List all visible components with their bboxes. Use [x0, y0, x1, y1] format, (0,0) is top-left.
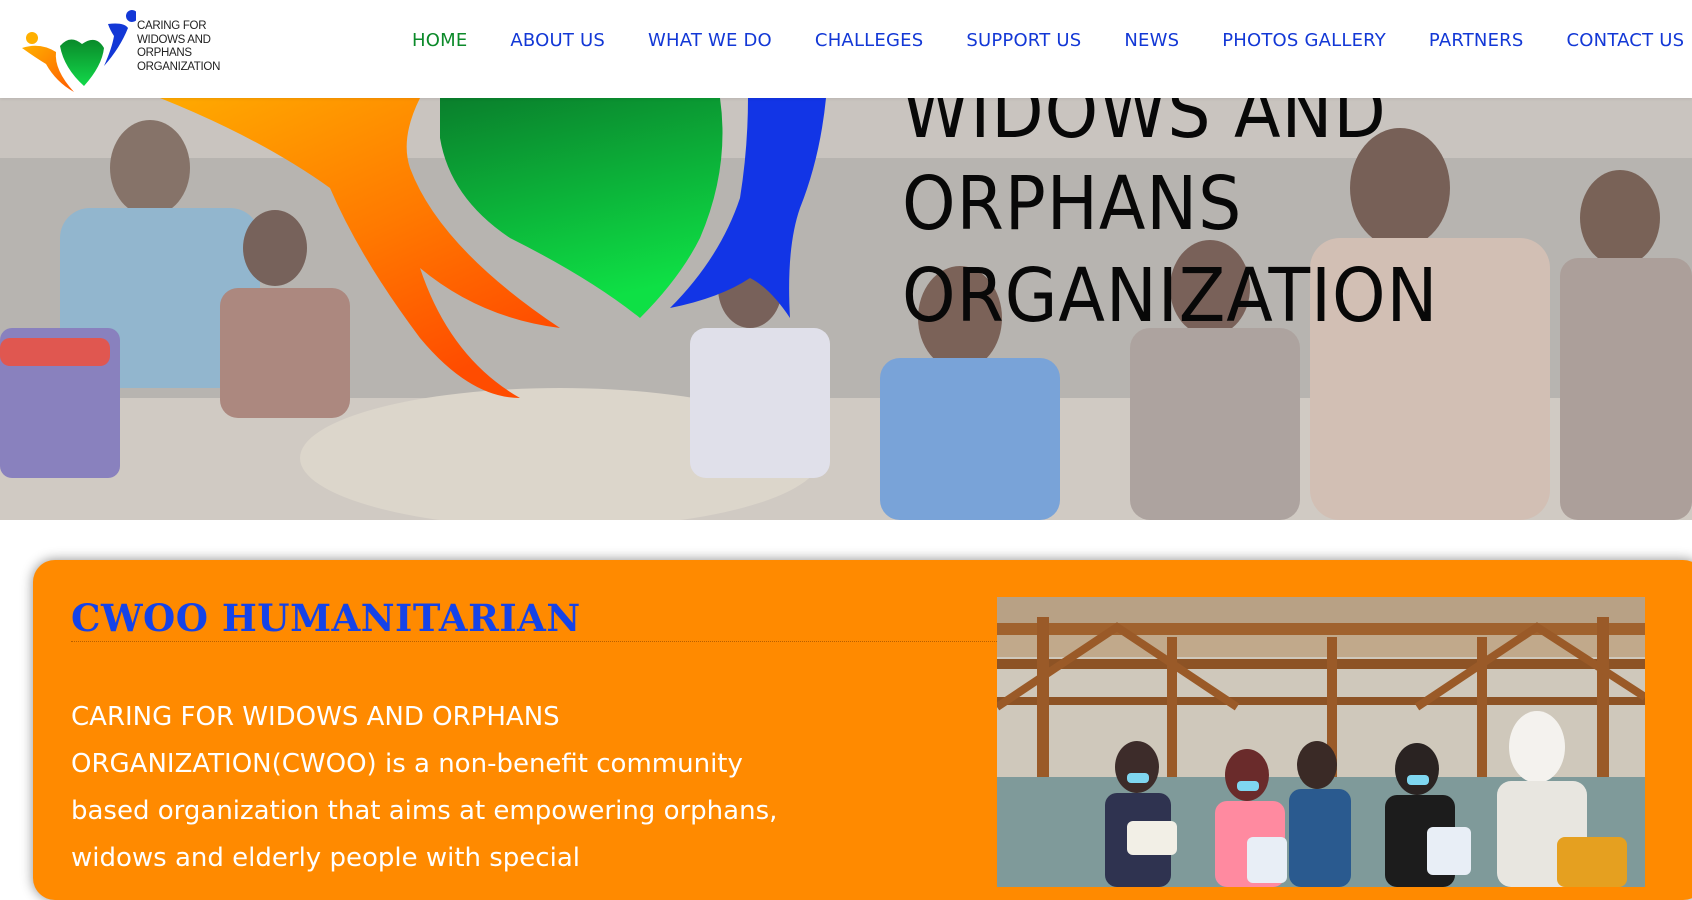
heading-divider [71, 641, 999, 642]
main-nav: HOME ABOUT US WHAT WE DO CHALLEGES SUPPO… [412, 28, 1684, 54]
logo-wordmark: CARING FOR WIDOWS AND ORPHANS ORGANIZATI… [137, 20, 221, 73]
nav-item-partners[interactable]: PARTNERS [1429, 28, 1524, 54]
about-heading: CWOO HUMANITARIAN [71, 596, 581, 640]
nav-item-support-us[interactable]: SUPPORT US [966, 28, 1081, 54]
community-distribution-photo [997, 597, 1645, 887]
nav-item-challenges[interactable]: CHALLEGES [815, 28, 923, 54]
nav-item-about-us[interactable]: ABOUT US [510, 28, 605, 54]
nav-item-contact-us[interactable]: CONTACT US [1567, 28, 1685, 54]
nav-item-home[interactable]: HOME [412, 28, 467, 54]
site-header: CARING FOR WIDOWS AND ORPHANS ORGANIZATI… [0, 0, 1692, 98]
nav-item-what-we-do[interactable]: WHAT WE DO [648, 28, 772, 54]
site-logo[interactable]: CARING FOR WIDOWS AND ORPHANS ORGANIZATI… [20, 8, 230, 96]
about-body-text: CARING FOR WIDOWS AND ORPHANS ORGANIZATI… [71, 702, 778, 873]
nav-item-news[interactable]: NEWS [1124, 28, 1179, 54]
heart-people-logo-icon [22, 10, 136, 92]
about-panel: CWOO HUMANITARIAN CARING FOR WIDOWS AND … [33, 560, 1692, 900]
nav-item-photos-gallery[interactable]: PHOTOS GALLERY [1222, 28, 1386, 54]
hero-banner: WIDOWS AND ORPHANS ORGANIZATION [0, 98, 1692, 520]
hero-title: WIDOWS AND ORPHANS ORGANIZATION [902, 98, 1439, 339]
photo-image [997, 597, 1645, 887]
